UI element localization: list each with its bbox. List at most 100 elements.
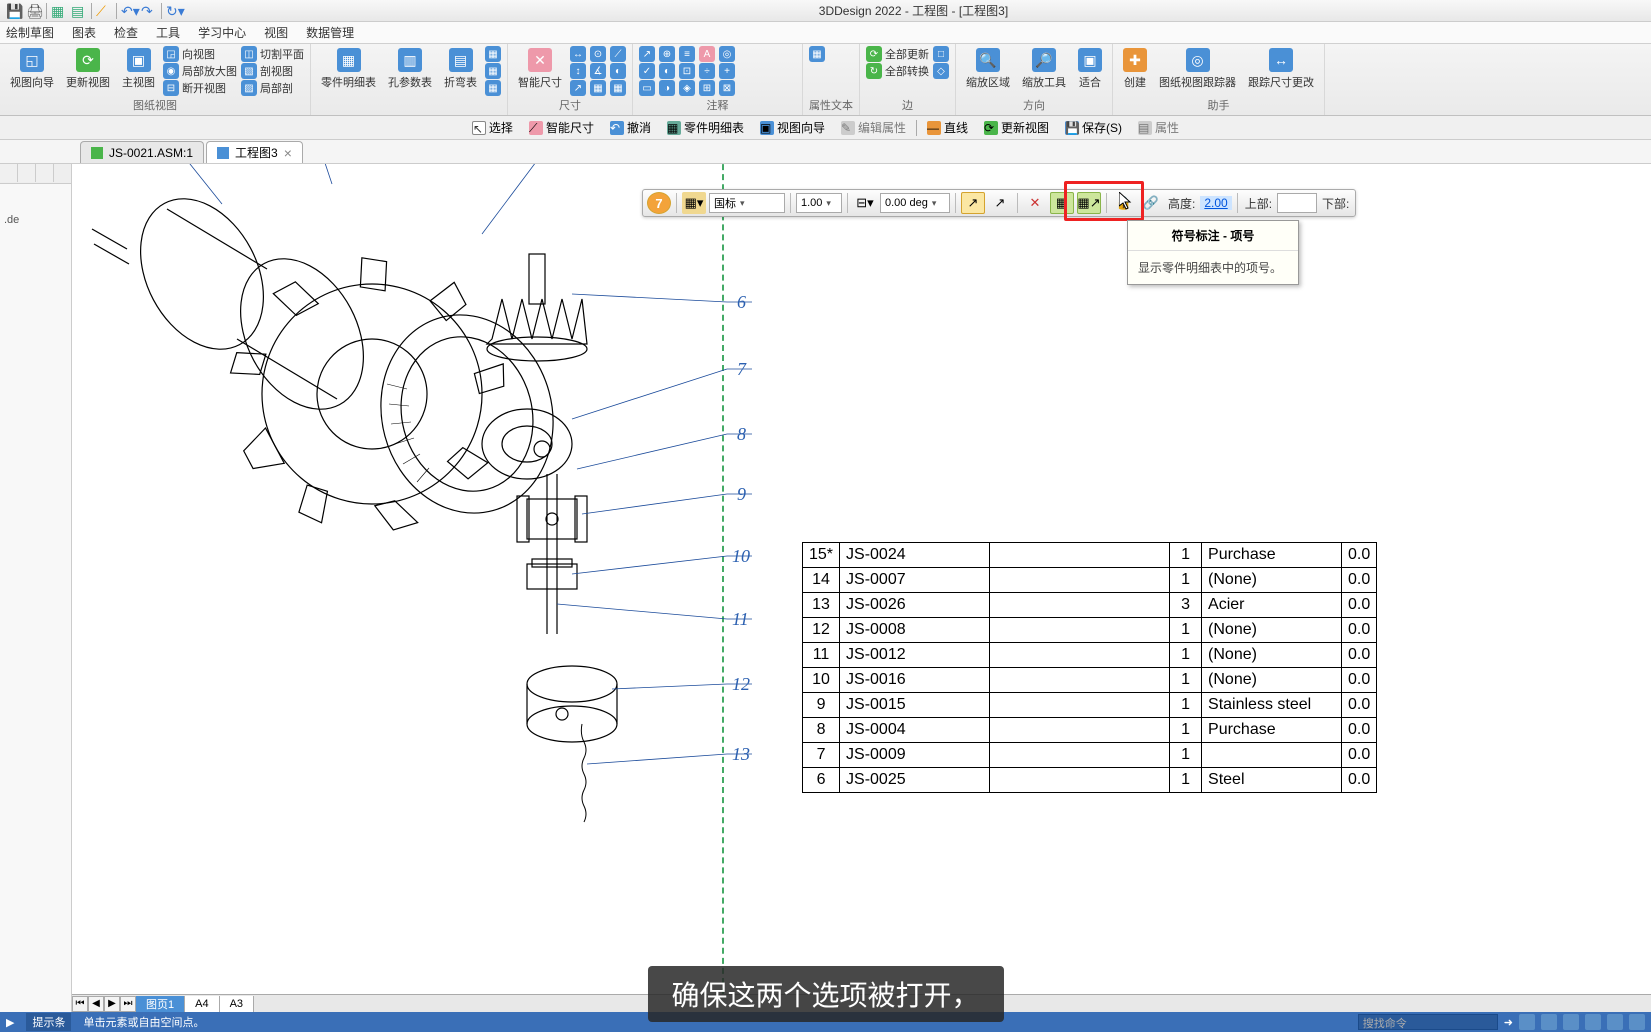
ann-icon-13[interactable]: ◎ xyxy=(719,46,735,62)
menu-view[interactable]: 视图 xyxy=(264,24,288,41)
balloon-11[interactable]: 11 xyxy=(732,609,749,630)
show-item-button[interactable]: ▦↗ xyxy=(1077,192,1101,214)
bom-row[interactable]: 6JS-00251Steel0.0 xyxy=(803,768,1377,793)
tracker-button[interactable]: ◎图纸视图跟踪器 xyxy=(1155,46,1240,92)
main-view-button[interactable]: ▣主视图 xyxy=(118,46,159,92)
menu-data[interactable]: 数据管理 xyxy=(306,24,354,41)
qat-more-icon[interactable]: ↻▾ xyxy=(166,3,182,19)
qat-table2-icon[interactable]: ▤ xyxy=(71,3,87,19)
ann-icon-3[interactable]: ▭ xyxy=(639,80,655,96)
sheet-nav-prev[interactable]: ◀ xyxy=(88,996,104,1012)
ann-icon-9[interactable]: ◈ xyxy=(679,80,695,96)
bom-row[interactable]: 10JS-00161(None)0.0 xyxy=(803,668,1377,693)
dim-icon-7[interactable]: ⟋ xyxy=(610,46,626,62)
sheet-tab-a4[interactable]: A4 xyxy=(185,996,219,1012)
status-search-input[interactable]: 搜找命令 xyxy=(1358,1014,1498,1030)
dim-icon-4[interactable]: ⊙ xyxy=(590,46,606,62)
ann-icon-2[interactable]: ✓ xyxy=(639,63,655,79)
top-input[interactable] xyxy=(1277,193,1317,213)
ann-icon-8[interactable]: ⊡ xyxy=(679,63,695,79)
hole-table-button[interactable]: ▥孔参数表 xyxy=(384,46,436,92)
view-wizard-button[interactable]: ◱视图向导 xyxy=(6,46,58,92)
zoom-tool-button[interactable]: 🔎缩放工具 xyxy=(1018,46,1070,92)
menu-chart[interactable]: 图表 xyxy=(72,24,96,41)
ann-icon-14[interactable]: + xyxy=(719,63,735,79)
dim-icon-2[interactable]: ↕ xyxy=(570,63,586,79)
ann-icon-7[interactable]: ≡ xyxy=(679,46,695,62)
balloon-8[interactable]: 8 xyxy=(737,424,746,445)
ann-icon-6[interactable]: ◑ xyxy=(659,80,675,96)
bom-table[interactable]: 15*JS-00241Purchase0.014JS-00071(None)0.… xyxy=(802,542,1377,793)
qat-table1-icon[interactable]: ▦ xyxy=(51,3,67,19)
status-icon-1[interactable] xyxy=(1519,1014,1535,1030)
bom-row[interactable]: 14JS-00071(None)0.0 xyxy=(803,568,1377,593)
table-icon-2[interactable]: ▦ xyxy=(485,63,501,79)
menu-inspect[interactable]: 检查 xyxy=(114,24,138,41)
balloon-10[interactable]: 10 xyxy=(732,546,750,567)
balloon-12[interactable]: 12 xyxy=(732,674,750,695)
table-icon-1[interactable]: ▦ xyxy=(485,46,501,62)
dim-icon-1[interactable]: ↔ xyxy=(570,46,586,62)
menu-sketch[interactable]: 绘制草图 xyxy=(6,24,54,41)
standard-combo[interactable]: 国标▾ xyxy=(709,193,785,213)
ann-icon-10[interactable]: A xyxy=(699,46,715,62)
table-style-button[interactable]: ▦▾ xyxy=(682,192,706,214)
table-icon-3[interactable]: ▦ xyxy=(485,80,501,96)
lock-button[interactable]: 🔒 xyxy=(1112,192,1136,214)
panel-tab-1[interactable] xyxy=(0,164,18,182)
dim-icon-5[interactable]: ∡ xyxy=(590,63,606,79)
update-view-button[interactable]: ⟳更新视图 xyxy=(62,46,114,92)
ann-icon-4[interactable]: ⊕ xyxy=(659,46,675,62)
link-button[interactable]: 🔗 xyxy=(1139,192,1163,214)
status-icon-3[interactable] xyxy=(1563,1014,1579,1030)
dim-icon-3[interactable]: ↗ xyxy=(570,80,586,96)
ctx-select[interactable]: ↖选择 xyxy=(466,117,519,138)
annotation-toolbar[interactable]: 7 ▦▾ 国标▾ 1.00▾ ⊟▾ 0.00 deg▾ ↗ ↗ ✕ ▦ ▦↗ 🔒… xyxy=(642,189,1356,217)
filter-close-button[interactable]: ✕ xyxy=(1023,192,1047,214)
arrow-button-1[interactable]: ↗ xyxy=(961,192,985,214)
drawing-canvas[interactable]: 6 7 8 9 10 11 12 13 15*JS-00241Purchase0… xyxy=(72,164,1651,1012)
height-value[interactable]: 2.00 xyxy=(1200,196,1231,210)
balloon-13[interactable]: 13 xyxy=(732,744,750,765)
break-view-button[interactable]: ⊟断开视图 xyxy=(163,80,237,96)
bend-table-button[interactable]: ▤折弯表 xyxy=(440,46,481,92)
qat-print-icon[interactable]: 🖨 xyxy=(26,3,42,19)
leader-style-button[interactable]: ⊟▾ xyxy=(853,192,877,214)
bom-row[interactable]: 12JS-00081(None)0.0 xyxy=(803,618,1377,643)
ann-icon-15[interactable]: ⊠ xyxy=(719,80,735,96)
dim-icon-8[interactable]: ◐ xyxy=(610,63,626,79)
dim-icon-9[interactable]: ▦ xyxy=(610,80,626,96)
dim-icon-6[interactable]: ▦ xyxy=(590,80,606,96)
ann-icon-1[interactable]: ↗ xyxy=(639,46,655,62)
bom-row[interactable]: 7JS-000910.0 xyxy=(803,743,1377,768)
track-dim-button[interactable]: ↔跟踪尺寸更改 xyxy=(1244,46,1318,92)
local-section-button[interactable]: ▨局部剖 xyxy=(241,80,304,96)
ann-icon-11[interactable]: ÷ xyxy=(699,63,715,79)
doc-tab-asm[interactable]: JS-0021.ASM:1 xyxy=(80,141,204,163)
ctx-bom[interactable]: ▦零件明细表 xyxy=(661,117,750,138)
status-icon-5[interactable] xyxy=(1607,1014,1623,1030)
edge-icon-1[interactable]: □ xyxy=(933,46,949,62)
ctx-update[interactable]: ⟳更新视图 xyxy=(978,117,1055,138)
status-icon-6[interactable] xyxy=(1629,1014,1645,1030)
assembly-view[interactable] xyxy=(72,164,772,844)
balloon-9[interactable]: 9 xyxy=(737,484,746,505)
ann-icon-12[interactable]: ⊞ xyxy=(699,80,715,96)
status-icon-4[interactable] xyxy=(1585,1014,1601,1030)
cut-plane-button[interactable]: ◫切割平面 xyxy=(241,46,304,62)
pt-icon[interactable]: ▦ xyxy=(809,46,825,62)
smart-dim-button[interactable]: ✕智能尺寸 xyxy=(514,46,566,92)
sheet-nav-first[interactable]: ⏮ xyxy=(72,996,88,1012)
ctx-viewwiz[interactable]: ▣视图向导 xyxy=(754,117,831,138)
bom-row[interactable]: 15*JS-00241Purchase0.0 xyxy=(803,543,1377,568)
menu-tools[interactable]: 工具 xyxy=(156,24,180,41)
doc-tab-drawing[interactable]: 工程图3 × xyxy=(206,141,303,163)
ctx-line[interactable]: —直线 xyxy=(921,117,974,138)
edge-icon-2[interactable]: ◇ xyxy=(933,63,949,79)
qat-redo-icon[interactable]: ↷ xyxy=(141,3,157,19)
ctx-save[interactable]: 💾保存(S) xyxy=(1059,117,1128,138)
panel-tab-3[interactable] xyxy=(36,164,54,182)
close-tab-icon[interactable]: × xyxy=(284,145,292,161)
zoom-area-button[interactable]: 🔍缩放区域 xyxy=(962,46,1014,92)
menu-learn[interactable]: 学习中心 xyxy=(198,24,246,41)
